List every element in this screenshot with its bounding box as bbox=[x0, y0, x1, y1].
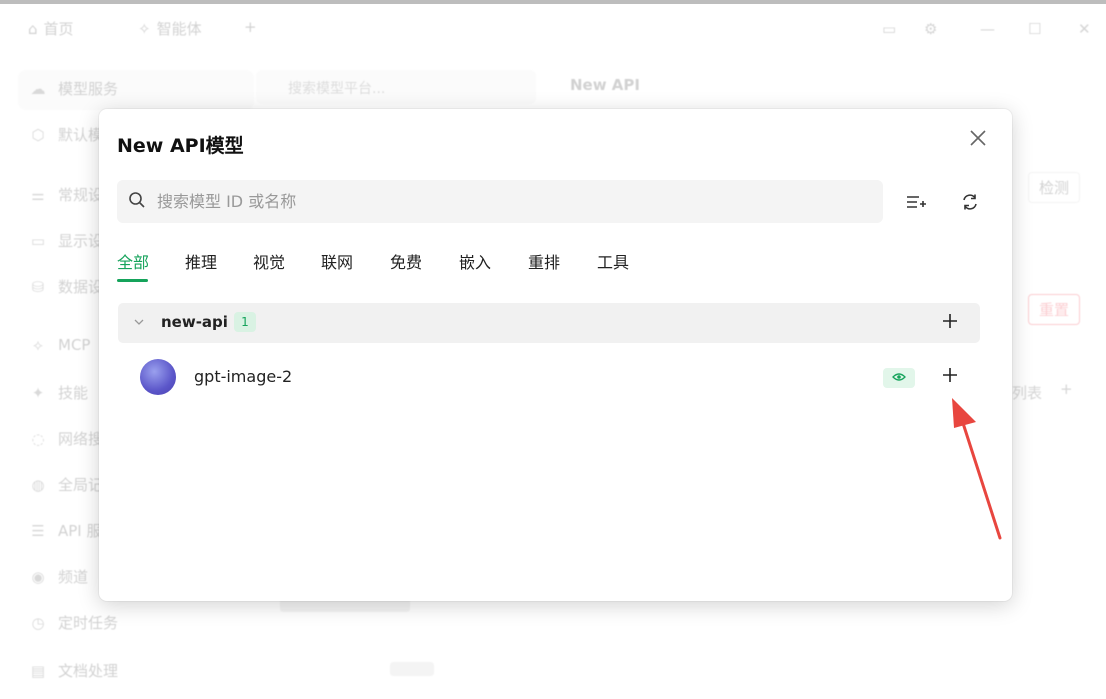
group-name: new-api bbox=[161, 313, 228, 331]
tab-web[interactable]: 联网 bbox=[321, 249, 353, 273]
tab-vision[interactable]: 视觉 bbox=[253, 249, 285, 273]
settings-gear-icon[interactable]: ⚙ bbox=[924, 20, 937, 38]
sidebar-item-label: API 服 bbox=[58, 522, 102, 540]
tab-rerank[interactable]: 重排 bbox=[528, 249, 560, 273]
model-search-input[interactable] bbox=[157, 192, 857, 211]
sidebar-item-mcp[interactable]: ⟡ MCP bbox=[28, 336, 90, 354]
provider-search-input[interactable]: 搜索模型平台... bbox=[256, 70, 536, 104]
sidebar-item-channel[interactable]: ◉ 频道 bbox=[28, 566, 88, 587]
add-model-button[interactable] bbox=[937, 364, 963, 390]
model-list-label: 列表 bbox=[1012, 384, 1043, 402]
title-bar: ⌂ 首页 ✧ 智能体 + ▭ ⚙ — ☐ ✕ bbox=[0, 8, 1106, 48]
search-icon bbox=[117, 191, 157, 213]
list-add-icon bbox=[907, 195, 926, 208]
home-icon: ⌂ bbox=[28, 19, 38, 38]
tab-home[interactable]: ⌂ 首页 bbox=[28, 18, 74, 39]
active-tab-indicator bbox=[117, 279, 148, 282]
sidebar-item-model-service[interactable]: ☁ 模型服务 bbox=[28, 78, 119, 99]
cube-icon: ⬡ bbox=[31, 125, 45, 144]
channel-icon: ◉ bbox=[31, 567, 45, 586]
new-tab-button[interactable]: + bbox=[244, 18, 257, 36]
refresh-button[interactable] bbox=[951, 180, 989, 223]
close-dialog-button[interactable] bbox=[966, 129, 990, 153]
model-selection-dialog: New API模型 全部 推理 视觉 联网 免费 嵌入 重排 工具 new-ap… bbox=[99, 109, 1012, 601]
web-search-icon: ◌ bbox=[31, 429, 45, 448]
skill-icon: ✦ bbox=[31, 383, 45, 402]
sidebar-item-general[interactable]: ⚌ 常规设 bbox=[28, 184, 103, 205]
add-model-icon[interactable]: + bbox=[1060, 380, 1073, 398]
minimize-button[interactable]: — bbox=[980, 20, 995, 38]
sidebar-item-api-server[interactable]: ☰ API 服 bbox=[28, 520, 102, 541]
sidebar-item-label: 频道 bbox=[58, 568, 89, 586]
reset-button[interactable]: 重置 bbox=[1028, 294, 1081, 325]
chevron-down-icon[interactable] bbox=[134, 315, 144, 329]
plus-icon: + bbox=[244, 18, 257, 36]
model-group-header[interactable]: new-api 1 bbox=[118, 303, 980, 343]
model-avatar bbox=[140, 359, 176, 395]
sidebar-item-default-model[interactable]: ⬡ 默认模 bbox=[28, 124, 103, 145]
sidebar-item-label: 定时任务 bbox=[58, 614, 119, 632]
api-icon: ☰ bbox=[31, 521, 45, 540]
dialog-title: New API模型 bbox=[117, 135, 244, 157]
sidebar-item-label: 全局记 bbox=[58, 476, 104, 494]
sidebar-item-web-search[interactable]: ◌ 网络搜 bbox=[28, 428, 103, 449]
close-icon bbox=[970, 130, 986, 146]
sidebar-item-label: MCP bbox=[58, 336, 91, 354]
add-all-button[interactable] bbox=[897, 180, 935, 223]
placeholder-line bbox=[390, 662, 434, 676]
sidebar-item-schedule[interactable]: ◷ 定时任务 bbox=[28, 612, 118, 633]
provider-title: New API bbox=[570, 76, 640, 94]
tab-agents[interactable]: ✧ 智能体 bbox=[138, 18, 202, 39]
group-count-badge: 1 bbox=[234, 312, 256, 332]
tab-label: 智能体 bbox=[156, 20, 202, 38]
model-list-item[interactable]: gpt-image-2 bbox=[118, 352, 980, 402]
tab-embedding[interactable]: 嵌入 bbox=[459, 249, 491, 273]
maximize-button[interactable]: ☐ bbox=[1028, 20, 1041, 38]
tab-free[interactable]: 免费 bbox=[390, 249, 422, 273]
schedule-icon: ◷ bbox=[31, 613, 45, 632]
sidebar-item-label: 显示设 bbox=[58, 232, 104, 250]
sidebar-item-label: 常规设 bbox=[58, 186, 104, 204]
tab-label: 首页 bbox=[43, 20, 74, 38]
sidebar-item-label: 文档处理 bbox=[58, 662, 119, 680]
close-window-button[interactable]: ✕ bbox=[1078, 20, 1091, 38]
model-name: gpt-image-2 bbox=[194, 367, 293, 386]
database-icon: ⛁ bbox=[31, 277, 45, 296]
plus-icon bbox=[943, 314, 957, 328]
mcp-icon: ⟡ bbox=[33, 336, 43, 354]
tab-reasoning[interactable]: 推理 bbox=[185, 249, 217, 273]
sidebar-item-label: 模型服务 bbox=[58, 80, 119, 98]
refresh-icon bbox=[963, 193, 977, 210]
agent-icon: ✧ bbox=[138, 19, 151, 38]
sidebar-item-label: 网络搜 bbox=[58, 430, 104, 448]
tab-all[interactable]: 全部 bbox=[117, 249, 149, 273]
annotation-arrow bbox=[952, 398, 1002, 540]
sidebar-item-display[interactable]: ▭ 显示设 bbox=[28, 230, 103, 251]
cloud-icon: ☁ bbox=[30, 79, 46, 98]
model-search-box[interactable] bbox=[117, 180, 883, 223]
sidebar-item-data[interactable]: ⛁ 数据设 bbox=[28, 276, 103, 297]
monitor-icon[interactable]: ▭ bbox=[882, 20, 896, 38]
add-group-button[interactable] bbox=[937, 310, 963, 336]
document-icon: ▤ bbox=[30, 661, 46, 680]
sidebar-item-label: 技能 bbox=[58, 384, 89, 402]
display-icon: ▭ bbox=[30, 231, 46, 250]
sidebar-item-label: 数据设 bbox=[58, 278, 104, 296]
sidebar-item-global-memory[interactable]: ◍ 全局记 bbox=[28, 474, 103, 495]
sidebar-item-document[interactable]: ▤ 文档处理 bbox=[28, 660, 118, 681]
tab-tools[interactable]: 工具 bbox=[597, 249, 629, 273]
eye-icon bbox=[883, 368, 915, 388]
sidebar-item-skills[interactable]: ✦ 技能 bbox=[28, 382, 88, 403]
sliders-icon: ⚌ bbox=[31, 185, 45, 204]
check-button[interactable]: 检测 bbox=[1028, 172, 1081, 203]
sidebar-item-label: 默认模 bbox=[58, 126, 104, 144]
plus-icon bbox=[943, 368, 957, 382]
global-icon: ◍ bbox=[31, 475, 45, 494]
